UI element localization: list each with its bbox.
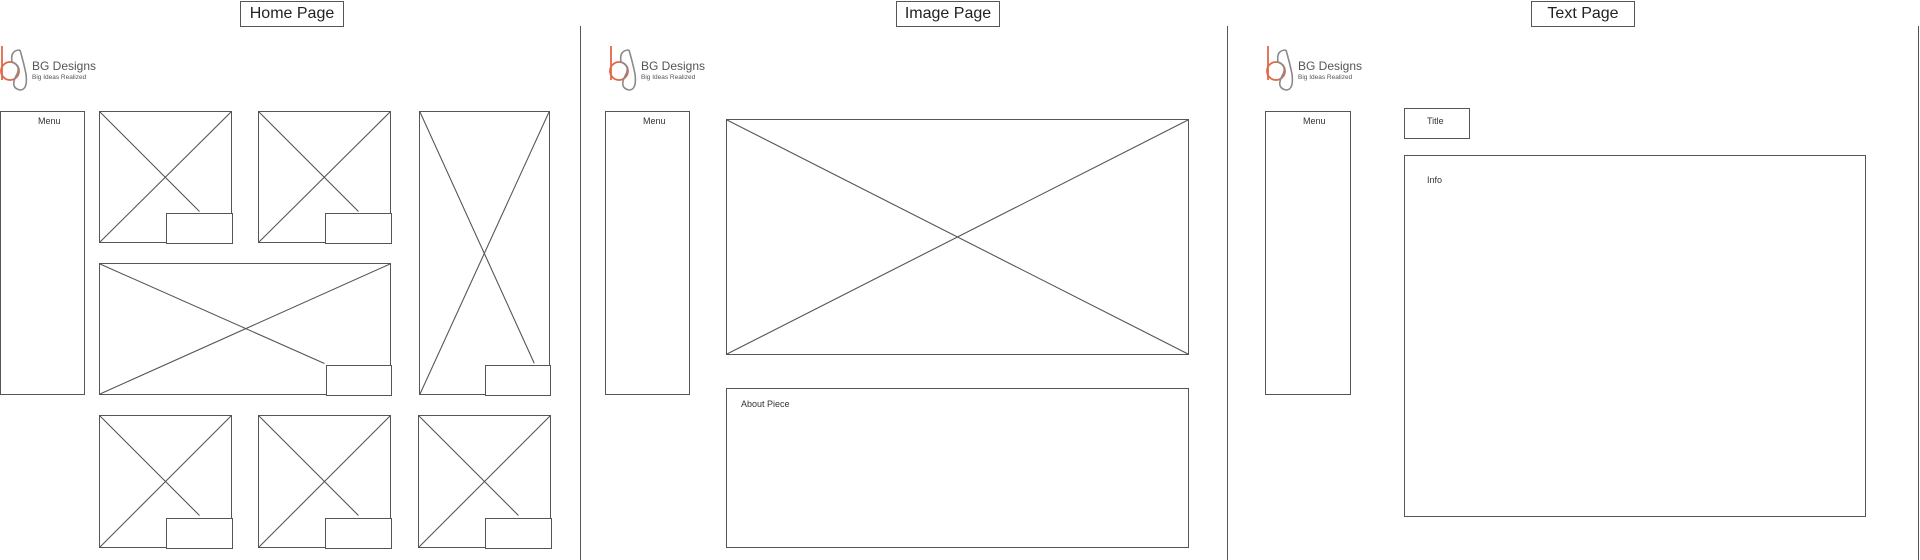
tile-caption-box (166, 518, 233, 549)
home-image-tile-3[interactable] (99, 415, 233, 549)
home-image-tile-wide[interactable] (99, 263, 392, 396)
home-menu-label: Menu (38, 116, 61, 126)
home-image-tile-tall[interactable] (419, 111, 551, 396)
home-image-tile-1[interactable] (99, 111, 233, 244)
text-page-info-panel: Info (1404, 155, 1866, 517)
tile-caption-box (326, 365, 392, 396)
logo-tagline: Big Ideas Realized (1298, 74, 1353, 81)
tile-caption-box (325, 518, 392, 549)
tile-caption-box (485, 365, 551, 396)
image-page-main-image[interactable] (726, 119, 1189, 355)
image-page-about-panel: About Piece (726, 388, 1189, 548)
tile-caption-box (166, 213, 233, 244)
text-page-logo: BG Designs Big Ideas Realized (1266, 44, 1386, 92)
home-image-tile-5[interactable] (418, 415, 552, 549)
image-page-menu-label: Menu (643, 116, 666, 126)
text-page-menu-panel[interactable]: Menu (1265, 111, 1351, 395)
text-page-label: Text Page (1531, 1, 1635, 27)
bg-logo-icon (1266, 46, 1294, 91)
logo-tagline: Big Ideas Realized (641, 74, 696, 81)
text-page-menu-label: Menu (1303, 116, 1326, 126)
divider-right-edge (1918, 26, 1919, 560)
tile-caption-box (325, 213, 392, 244)
logo-name: BG Designs (641, 59, 706, 73)
about-piece-label: About Piece (741, 399, 790, 409)
title-label: Title (1427, 116, 1444, 126)
home-image-tile-4[interactable] (258, 415, 392, 549)
image-page-logo: BG Designs Big Ideas Realized (609, 44, 729, 92)
home-page-label: Home Page (240, 1, 344, 27)
image-page-menu-panel[interactable]: Menu (605, 111, 690, 395)
tile-caption-box (485, 518, 552, 549)
text-page-title-box: Title (1404, 108, 1470, 139)
divider-image-text (1227, 26, 1228, 560)
image-placeholder-icon (419, 111, 550, 395)
image-page-label: Image Page (896, 1, 1000, 27)
home-image-tile-2[interactable] (258, 111, 392, 244)
bg-logo-icon (609, 46, 637, 91)
info-label: Info (1427, 175, 1443, 185)
logo-name: BG Designs (32, 59, 97, 73)
image-placeholder-icon (726, 119, 1189, 355)
bg-logo-icon (0, 46, 28, 91)
logo-tagline: Big Ideas Realized (32, 74, 87, 81)
home-menu-panel[interactable]: Menu (0, 111, 85, 395)
logo-name: BG Designs (1298, 59, 1363, 73)
divider-home-image (580, 26, 581, 560)
home-logo: BG Designs Big Ideas Realized (0, 44, 120, 92)
